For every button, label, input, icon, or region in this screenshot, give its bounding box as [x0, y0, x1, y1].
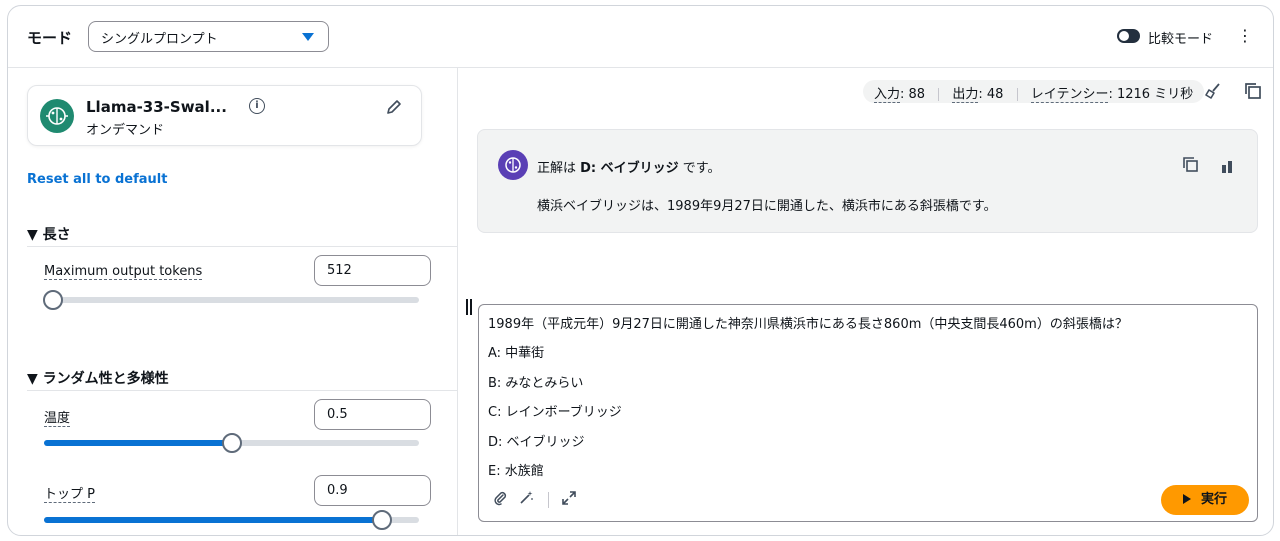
- edit-pencil-icon[interactable]: [385, 98, 403, 116]
- prompt-line: E: 水族館: [488, 463, 544, 479]
- clear-brush-icon[interactable]: [1203, 81, 1223, 101]
- temperature-slider[interactable]: [44, 433, 419, 453]
- collapse-triangle-icon: ▼: [27, 371, 38, 387]
- response-prefix: 正解は: [537, 161, 581, 176]
- toolbar-divider: [548, 492, 549, 508]
- response-explanation: 横浜ベイブリッジは、1989年9月27日に開通した、横浜市にある斜張橋です。: [537, 199, 997, 214]
- section-length-title: 長さ: [42, 227, 71, 243]
- chat-panel: 入力: 88 出力: 48 レイテンシー: 1216 ミリ秒 正解は D: ベイ…: [459, 68, 1273, 535]
- input-tokens-label: 入力: [874, 87, 901, 103]
- run-button[interactable]: 実行: [1161, 485, 1249, 515]
- playground-window: モード シングルプロンプト 比較モード ⋮ Llama-33-Swal... オ…: [7, 5, 1274, 536]
- compare-mode-toggle[interactable]: [1117, 29, 1140, 43]
- magic-wand-icon[interactable]: [517, 490, 535, 508]
- response-suffix: です。: [678, 161, 721, 176]
- output-tokens-label: 出力: [952, 87, 979, 103]
- response-card: 正解は D: ベイブリッジ です。 横浜ベイブリッジは、1989年9月27日に開…: [477, 129, 1258, 233]
- section-length-header[interactable]: ▼ 長さ: [27, 224, 71, 244]
- panel-resize-handle[interactable]: [466, 299, 472, 315]
- attach-paperclip-icon[interactable]: [491, 490, 509, 508]
- model-brain-icon: [40, 99, 74, 133]
- collapse-triangle-icon: ▼: [27, 227, 38, 243]
- prompt-input-area[interactable]: 1989年（平成元年）9月27日に開通した神奈川県横浜市にある長さ860m（中央…: [478, 304, 1258, 522]
- mode-select[interactable]: シングルプロンプト: [88, 21, 329, 52]
- top-p-input[interactable]: 0.9: [314, 475, 431, 506]
- header-bar: モード シングルプロンプト 比較モード ⋮: [8, 6, 1273, 68]
- mode-select-value: シングルプロンプト: [101, 32, 218, 47]
- expand-icon[interactable]: [560, 490, 578, 508]
- model-name: Llama-33-Swal...: [86, 98, 227, 116]
- prompt-text[interactable]: 1989年（平成元年）9月27日に開通した神奈川県横浜市にある長さ860m（中央…: [488, 313, 1128, 489]
- copy-icon[interactable]: [1243, 81, 1263, 101]
- response-answer-line: 正解は D: ベイブリッジ です。: [537, 157, 721, 176]
- response-answer: D: ベイブリッジ: [580, 161, 679, 176]
- temperature-slider-fill: [44, 440, 232, 446]
- max-tokens-slider[interactable]: [43, 290, 419, 310]
- prompt-line: C: レインボーブリッジ: [488, 405, 622, 421]
- section-randomness-header[interactable]: ▼ ランダム性と多様性: [27, 368, 169, 388]
- prompt-line: B: みなとみらい: [488, 375, 584, 391]
- temperature-input[interactable]: 0.5: [314, 399, 431, 430]
- section-randomness-title: ランダム性と多様性: [42, 371, 169, 387]
- prompt-line: 1989年（平成元年）9月27日に開通した神奈川県横浜市にある長さ860m（中央…: [488, 317, 1128, 332]
- reset-all-link[interactable]: Reset all to default: [27, 172, 167, 187]
- more-options-icon[interactable]: ⋮: [1237, 26, 1253, 46]
- metrics-pill: 入力: 88 出力: 48 レイテンシー: 1216 ミリ秒: [863, 80, 1205, 103]
- compare-mode-label: 比較モード: [1148, 32, 1214, 47]
- max-tokens-input[interactable]: 512: [314, 255, 431, 286]
- latency-value: 1216 ミリ秒: [1116, 87, 1194, 102]
- settings-panel: Llama-33-Swal... オンデマンド i Reset all to d…: [8, 68, 458, 535]
- model-subtitle: オンデマンド: [86, 123, 165, 138]
- info-icon[interactable]: i: [249, 98, 265, 114]
- temperature-label: 温度: [44, 407, 71, 427]
- input-tokens-value: 88: [908, 87, 926, 102]
- divider: [938, 88, 940, 101]
- top-p-label: トップ P: [44, 483, 95, 503]
- output-tokens-value: 48: [986, 87, 1004, 102]
- top-p-slider-fill: [44, 517, 382, 523]
- max-tokens-label: Maximum output tokens: [44, 264, 203, 280]
- divider: [1016, 88, 1018, 101]
- model-card[interactable]: Llama-33-Swal... オンデマンド i: [27, 85, 422, 146]
- play-icon: [1182, 494, 1191, 504]
- run-button-label: 実行: [1200, 492, 1227, 507]
- latency-label: レイテンシー: [1030, 87, 1109, 103]
- assistant-brain-icon: [498, 150, 528, 180]
- prompt-line: A: 中華街: [488, 346, 545, 362]
- top-p-slider-thumb[interactable]: [371, 510, 392, 530]
- top-p-slider[interactable]: [44, 510, 419, 530]
- caret-down-icon: [302, 33, 314, 41]
- prompt-line: D: ベイブリッジ: [488, 434, 585, 450]
- slider-thumb[interactable]: [43, 290, 63, 310]
- section-divider: [27, 246, 457, 247]
- temperature-slider-thumb[interactable]: [221, 433, 242, 453]
- metrics-chart-icon[interactable]: [1220, 159, 1234, 173]
- section-divider: [27, 390, 457, 391]
- copy-response-icon[interactable]: [1182, 156, 1200, 174]
- mode-label: モード: [27, 29, 73, 47]
